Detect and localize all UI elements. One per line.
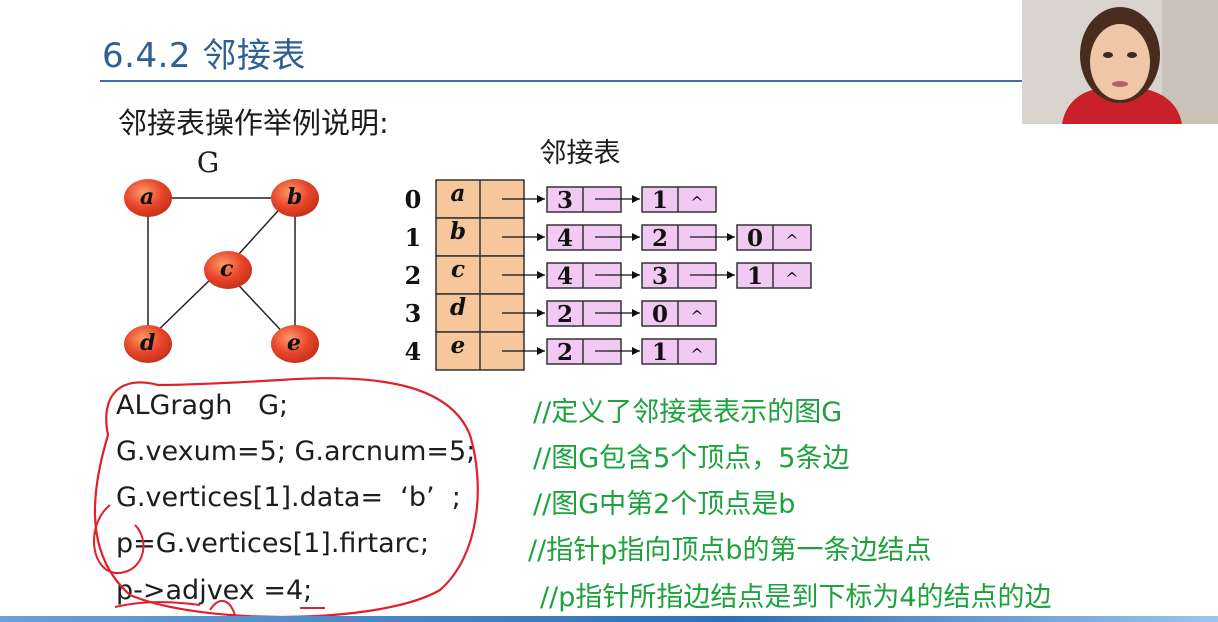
webcam-video: [1022, 0, 1218, 124]
code-comment: //图G中第2个顶点是b: [533, 489, 796, 520]
vertex-name: a: [451, 180, 466, 207]
edge-adjvex: 1: [747, 263, 763, 290]
code-comment: //定义了邻接表表示的图G: [533, 397, 843, 428]
graph-node-a: a: [124, 179, 172, 217]
edge-adjvex: 4: [557, 225, 573, 252]
edge-adjvex: 1: [652, 339, 668, 366]
code-comment: //指针p指向顶点b的第一条边结点: [528, 535, 932, 566]
row-index: 4: [405, 337, 422, 366]
code-comment: //图G包含5个顶点，5条边: [533, 443, 850, 474]
edge-adjvex: 0: [652, 301, 668, 328]
graph-node-d: d: [124, 325, 172, 363]
graph-label: G: [197, 146, 219, 179]
bottom-progress-bar: [0, 616, 1218, 622]
svg-text:a: a: [140, 184, 154, 210]
title-divider: [100, 80, 1030, 82]
vertex-name: b: [450, 218, 466, 245]
vertex-name: c: [451, 256, 465, 283]
edge-adjvex: 2: [557, 301, 573, 328]
null-pointer: ^: [690, 307, 703, 326]
code-comment: //p指针所指边结点是到下标为4的结点的边: [540, 582, 1052, 613]
edge-adjvex: 3: [652, 263, 668, 290]
row-index: 0: [405, 185, 422, 214]
svg-text:d: d: [140, 330, 155, 356]
null-pointer: ^: [785, 231, 798, 250]
edge-adjvex: 0: [747, 225, 763, 252]
edge-adjvex: 1: [652, 187, 668, 214]
handwritten-annotation: [93, 377, 479, 619]
slide-title: 6.4.2 邻接表: [102, 36, 306, 76]
slide-subtitle: 邻接表操作举例说明:: [118, 106, 389, 140]
vertex-name: e: [451, 332, 466, 359]
row-index: 1: [405, 223, 422, 252]
edge-adjvex: 2: [557, 339, 573, 366]
graph-node-b: b: [271, 179, 319, 217]
svg-text:c: c: [220, 256, 234, 282]
null-pointer: ^: [690, 345, 703, 364]
row-index: 2: [405, 261, 422, 290]
adjacency-list-diagram: 邻接表 0 a 3 1 ^ 1 b 4 2 0 ^ 2 c 4 3 1 ^ 3 d 2 0 ^ 4 e 2 1 ^: [405, 138, 812, 371]
vertex-name: d: [450, 294, 466, 321]
svg-text:b: b: [287, 184, 302, 210]
null-pointer: ^: [690, 193, 703, 212]
edge-adjvex: 4: [557, 263, 573, 290]
row-index: 3: [405, 299, 422, 328]
adjacency-label: 邻接表: [540, 138, 621, 169]
edge-adjvex: 2: [652, 225, 668, 252]
graph-diagram: G a b c d e: [124, 146, 319, 363]
graph-node-e: e: [271, 325, 319, 363]
null-pointer: ^: [785, 269, 798, 288]
edge-adjvex: 3: [557, 187, 573, 214]
svg-text:e: e: [287, 330, 301, 356]
graph-node-c: c: [204, 251, 252, 289]
